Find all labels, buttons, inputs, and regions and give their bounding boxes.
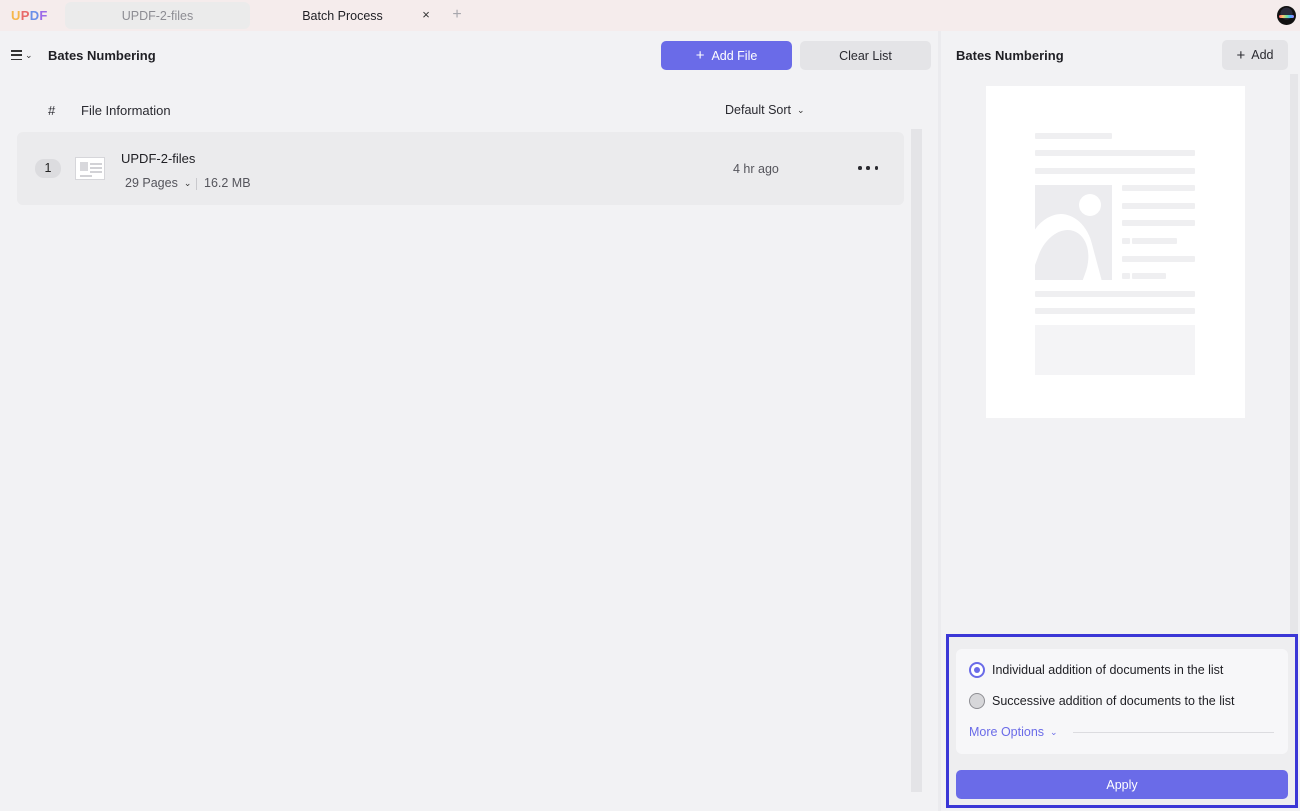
radio-selected-icon[interactable] [969, 662, 985, 678]
close-icon[interactable]: × [419, 8, 433, 22]
plus-icon: + [695, 47, 705, 64]
sort-label: Default Sort [725, 103, 792, 117]
clear-list-label: Clear List [839, 48, 892, 63]
chevron-down-icon: ⌄ [797, 104, 805, 115]
logo-letter-u: U [11, 8, 21, 23]
logo-letter-f: F [39, 8, 48, 23]
hamburger-icon [11, 50, 22, 60]
option-label: Successive addition of documents to the … [992, 694, 1235, 708]
apply-label: Apply [1106, 777, 1138, 792]
column-header-index: # [48, 103, 56, 118]
sort-dropdown[interactable]: Default Sort ⌄ [725, 103, 805, 117]
new-tab-icon[interactable]: + [449, 7, 465, 23]
clear-list-button[interactable]: Clear List [800, 41, 931, 70]
page-range-dropdown[interactable]: 29 Pages ⌄ [125, 176, 191, 190]
settings-scrollbar[interactable] [1290, 74, 1298, 634]
updf-logo: U P D F [11, 8, 48, 24]
more-options-toggle[interactable]: More Options ⌄ [969, 725, 1058, 739]
chevron-down-icon: ⌄ [25, 49, 33, 60]
tab-label: UPDF-2-files [121, 8, 194, 23]
logo-letter-d: D [29, 8, 40, 23]
chevron-down-icon: ⌄ [1050, 726, 1058, 737]
file-timestamp: 4 hr ago [733, 162, 779, 176]
menu-toggle-button[interactable]: ⌄ [11, 47, 37, 63]
add-button[interactable]: + Add [1222, 40, 1288, 70]
more-options-label: More Options [969, 725, 1045, 739]
file-list-scrollbar[interactable] [911, 129, 922, 792]
settings-title: Bates Numbering [956, 48, 1064, 63]
column-header-file-information: File Information [81, 103, 171, 118]
options-highlight-frame: Individual addition of documents in the … [946, 634, 1298, 808]
image-placeholder-icon [1035, 185, 1112, 280]
divider [1073, 732, 1274, 733]
logo-letter-p: P [20, 8, 30, 23]
page-count: 29 Pages [125, 176, 178, 190]
file-list-panel: ⌄ Bates Numbering + Add File Clear List … [0, 31, 938, 811]
apply-button[interactable]: Apply [956, 770, 1288, 799]
chevron-down-icon: ⌄ [183, 177, 192, 188]
radio-unselected-icon[interactable] [969, 693, 985, 709]
option-label: Individual addition of documents in the … [992, 663, 1224, 677]
avatar[interactable] [1277, 6, 1296, 25]
file-thumbnail [75, 157, 105, 180]
divider [196, 178, 197, 190]
addition-mode-options: Individual addition of documents in the … [956, 649, 1288, 754]
option-individual-addition[interactable]: Individual addition of documents in the … [969, 662, 1223, 678]
plus-icon: + [1236, 46, 1246, 64]
tab-batch-process[interactable]: Batch Process × [256, 2, 439, 29]
option-successive-addition[interactable]: Successive addition of documents to the … [969, 693, 1235, 709]
file-list-item[interactable]: 1 UPDF-2-files 29 Pages ⌄ 16.2 MB 4 hr a… [17, 132, 904, 205]
more-options-icon[interactable] [858, 161, 878, 175]
add-label: Add [1251, 48, 1274, 62]
tab-updf-2-files[interactable]: UPDF-2-files [65, 2, 250, 29]
tab-label: Batch Process [302, 8, 383, 23]
row-index-badge: 1 [35, 159, 61, 178]
title-bar: U P D F UPDF-2-files Batch Process × + [0, 0, 1300, 31]
page-title: Bates Numbering [48, 48, 156, 63]
settings-panel: Bates Numbering + Add Individual additio… [941, 31, 1300, 811]
document-preview [986, 86, 1245, 418]
file-name: UPDF-2-files [121, 151, 196, 166]
add-file-button[interactable]: + Add File [661, 41, 792, 70]
add-file-label: Add File [711, 48, 758, 63]
file-size: 16.2 MB [204, 176, 251, 190]
